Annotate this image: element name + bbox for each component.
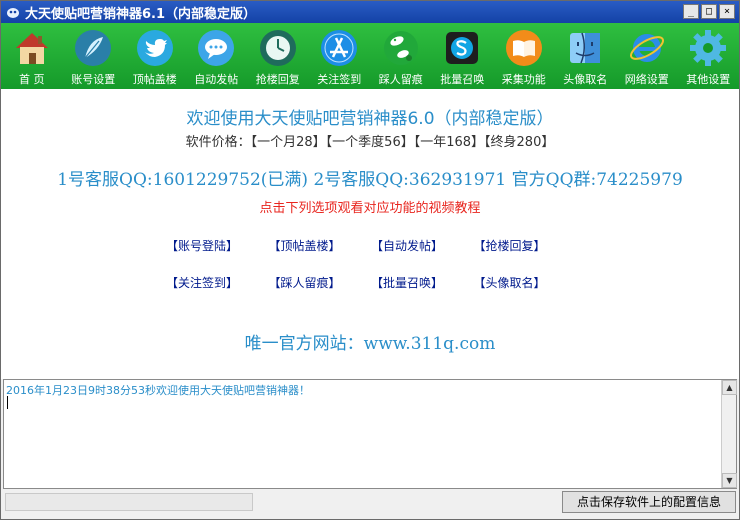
scroll-down-arrow-icon[interactable]: ▼	[722, 473, 737, 488]
welcome-panel: 欢迎使用大天使贴吧营销神器6.0（内部稳定版） 软件价格：【一个月28】【一个季…	[1, 89, 739, 379]
toolbar-item-leave-trace[interactable]: 踩人留痕	[370, 23, 432, 89]
tutorial-link-leave-trace[interactable]: 【踩人留痕】	[269, 274, 372, 291]
close-button[interactable]: ×	[719, 4, 735, 19]
book-icon	[505, 30, 542, 66]
toolbar-label: 批量召唤	[440, 73, 485, 86]
toolbar-label: 首 页	[19, 73, 45, 86]
tutorial-link-batch-summon[interactable]: 【批量召唤】	[371, 274, 474, 291]
toolbar-item-home[interactable]: 首 页	[1, 23, 63, 89]
home-icon	[15, 33, 48, 64]
skype-icon	[446, 32, 479, 64]
chat-bubble-icon	[198, 30, 235, 66]
window-title: 大天使贴吧营销神器6.1（内部稳定版）	[25, 6, 257, 22]
log-scrollbar[interactable]: ▲ ▼	[721, 380, 737, 488]
app-store-icon	[321, 30, 358, 66]
scroll-up-arrow-icon[interactable]: ▲	[722, 380, 737, 395]
toolbar-item-follow-checkin[interactable]: 关注签到	[309, 23, 371, 89]
toolbar-label: 踩人留痕	[378, 73, 423, 86]
toolbar-label: 自动发帖	[194, 73, 239, 86]
toolbar-item-batch-summon[interactable]: 批量召唤	[432, 23, 494, 89]
footprint-icon	[383, 31, 418, 65]
welcome-headline: 欢迎使用大天使贴吧营销神器6.0（内部稳定版）	[186, 109, 554, 129]
toolbar-item-other-settings[interactable]: 其他设置	[678, 23, 740, 89]
toolbar-label: 其他设置	[686, 73, 731, 86]
toolbar-label: 头像取名	[563, 73, 608, 86]
app-logo-icon	[7, 8, 19, 18]
toolbar-item-avatar-naming[interactable]: 头像取名	[555, 23, 617, 89]
toolbar-label: 抢楼回复	[255, 73, 300, 86]
toolbar-label: 顶帖盖楼	[132, 73, 177, 86]
status-bar: 点击保存软件上的配置信息	[1, 489, 739, 519]
toolbar-item-collect[interactable]: 采集功能	[493, 23, 555, 89]
tutorial-link-avatar-naming[interactable]: 【头像取名】	[474, 274, 577, 291]
tutorial-link-follow-checkin[interactable]: 【关注签到】	[166, 274, 269, 291]
app-window: 大天使贴吧营销神器6.1（内部稳定版） _ □ × 首 页 账号设置 顶帖盖楼 …	[0, 0, 740, 520]
toolbar-item-bump-post[interactable]: 顶帖盖楼	[124, 23, 186, 89]
save-config-button[interactable]: 点击保存软件上的配置信息	[562, 491, 736, 513]
ie-browser-icon	[629, 34, 664, 62]
title-bar[interactable]: 大天使贴吧营销神器6.1（内部稳定版） _ □ ×	[1, 1, 739, 23]
tutorial-links-row-2: 【关注签到】 【踩人留痕】 【批量召唤】 【头像取名】	[166, 274, 576, 291]
text-caret	[7, 396, 8, 409]
finder-face-icon	[570, 32, 601, 64]
toolbar-item-grab-reply[interactable]: 抢楼回复	[247, 23, 309, 89]
toolbar-item-account-settings[interactable]: 账号设置	[63, 23, 125, 89]
progress-bar	[5, 493, 253, 511]
toolbar-item-auto-post[interactable]: 自动发帖	[186, 23, 248, 89]
toolbar-label: 账号设置	[71, 73, 116, 86]
maximize-button[interactable]: □	[701, 4, 717, 19]
clock-icon	[259, 30, 296, 66]
tutorial-link-account-login[interactable]: 【账号登陆】	[166, 237, 269, 254]
log-entry: 2016年1月23日9时38分53秒欢迎使用大天使贴吧营销神器！	[6, 384, 310, 397]
toolbar-label: 关注签到	[317, 73, 362, 86]
contact-info: 1号客服QQ:1601229752(已满) 2号客服QQ:362931971 官…	[57, 170, 683, 190]
tutorial-links-row-1: 【账号登陆】 【顶帖盖楼】 【自动发帖】 【抢楼回复】	[166, 237, 576, 254]
price-info: 软件价格：【一个月28】【一个季度56】【一年168】【终身280】	[185, 135, 555, 150]
toolbar-item-network-settings[interactable]: 网络设置	[616, 23, 678, 89]
tutorial-link-grab-reply[interactable]: 【抢楼回复】	[474, 237, 577, 254]
tutorial-notice: 点击下列选项观看对应功能的视频教程	[259, 201, 481, 216]
tutorial-link-auto-post[interactable]: 【自动发帖】	[371, 237, 474, 254]
toolbar-label: 采集功能	[501, 73, 546, 86]
main-toolbar: 首 页 账号设置 顶帖盖楼 自动发帖 抢楼回复 关注签到 踩人留痕 批量召唤 采…	[1, 23, 739, 89]
toolbar-label: 网络设置	[624, 73, 669, 86]
gear-icon	[690, 30, 727, 66]
tutorial-link-bump-post[interactable]: 【顶帖盖楼】	[269, 237, 372, 254]
official-website: 唯一官方网站：www.311q.com	[244, 334, 496, 354]
twitter-bird-icon	[136, 30, 173, 66]
feather-icon	[75, 30, 112, 66]
minimize-button[interactable]: _	[683, 4, 699, 19]
log-textarea[interactable]: 2016年1月23日9时38分53秒欢迎使用大天使贴吧营销神器！ ▲ ▼	[3, 379, 737, 489]
